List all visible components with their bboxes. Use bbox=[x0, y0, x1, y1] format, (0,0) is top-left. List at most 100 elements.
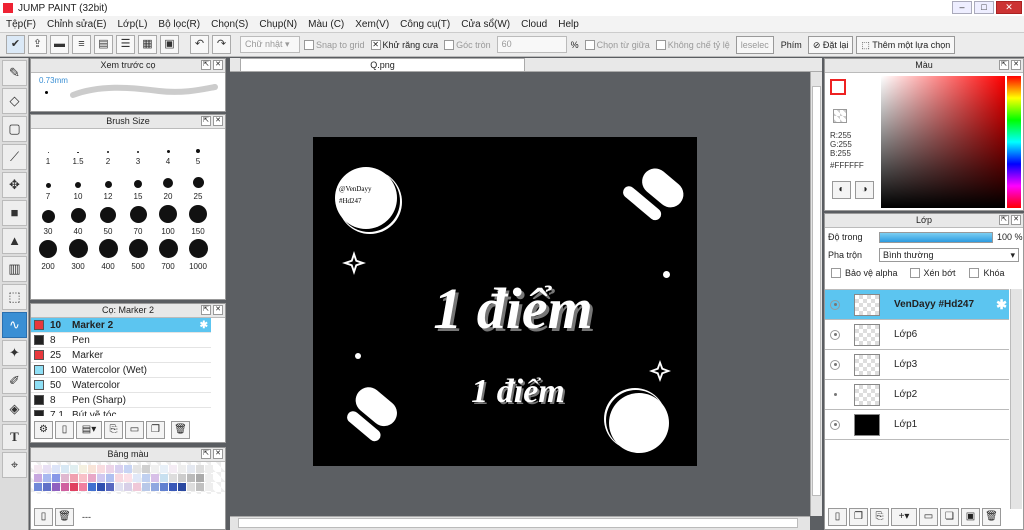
panel-close-icon[interactable]: ✕ bbox=[213, 449, 223, 459]
duplicate-layer-icon[interactable]: ❐ bbox=[849, 508, 868, 526]
eye-icon[interactable] bbox=[830, 359, 840, 370]
transparent-swatch[interactable] bbox=[833, 109, 847, 123]
palette-swatch[interactable] bbox=[205, 474, 213, 482]
add-selection-button[interactable]: ⬚ Thêm một lựa chọn bbox=[856, 35, 956, 54]
palette-swatch[interactable] bbox=[142, 465, 150, 473]
palette-swatch[interactable] bbox=[187, 483, 195, 491]
palette-swatch[interactable] bbox=[61, 465, 69, 473]
brush-size-option[interactable]: 20 bbox=[153, 166, 183, 201]
palette-swatch[interactable] bbox=[43, 465, 51, 473]
copy-brush-icon[interactable]: ⎘ bbox=[104, 421, 123, 439]
brush-size-option[interactable]: 15 bbox=[123, 166, 153, 201]
hue-slider[interactable] bbox=[1007, 76, 1021, 208]
palette-swatch[interactable] bbox=[169, 465, 177, 473]
cloud-icon[interactable]: ✔ bbox=[6, 35, 25, 54]
palette-swatch[interactable] bbox=[205, 483, 213, 491]
layer-row-5[interactable]: Lớp1 bbox=[825, 410, 1009, 440]
palette-swatch[interactable] bbox=[124, 465, 132, 473]
menu-edit[interactable]: Chỉnh sửa(E) bbox=[47, 19, 107, 30]
palette-swatch[interactable] bbox=[187, 465, 195, 473]
no-scale-checkbox[interactable] bbox=[655, 39, 666, 50]
brush-size-option[interactable]: 150 bbox=[183, 201, 213, 236]
select-tool-icon[interactable]: ⬚ bbox=[2, 284, 27, 310]
palette-swatch[interactable] bbox=[142, 483, 150, 491]
brush-size-option[interactable]: 12 bbox=[93, 166, 123, 201]
fill-tool-icon[interactable]: ▲ bbox=[2, 228, 27, 254]
blend-mode-select[interactable]: Bình thường ▾ bbox=[879, 248, 1019, 262]
brush-size-option[interactable]: 4 bbox=[153, 131, 183, 166]
pin-icon[interactable]: ⇱ bbox=[999, 215, 1009, 225]
brush-item[interactable]: 100 Watercolor (Wet) bbox=[31, 363, 211, 378]
palette-swatch[interactable] bbox=[178, 465, 186, 473]
grid-icon[interactable]: ▦ bbox=[138, 35, 157, 54]
delete-layer-icon[interactable]: 🗑 bbox=[982, 508, 1001, 526]
palette-swatch[interactable] bbox=[160, 465, 168, 473]
horizontal-scroll-thumb[interactable] bbox=[238, 518, 798, 528]
lock-checkbox[interactable] bbox=[969, 268, 980, 278]
palette-swatch[interactable] bbox=[43, 483, 51, 491]
menu-color[interactable]: Màu (C) bbox=[308, 19, 344, 30]
layer-row-2[interactable]: Lớp6 bbox=[825, 320, 1009, 350]
vertical-scroll-thumb[interactable] bbox=[812, 86, 821, 496]
palette-swatch[interactable] bbox=[178, 474, 186, 482]
palette-swatch[interactable] bbox=[133, 483, 141, 491]
maximize-button[interactable]: □ bbox=[974, 1, 994, 14]
redo-icon[interactable]: ↷ bbox=[212, 35, 231, 54]
palette-swatch[interactable] bbox=[169, 483, 177, 491]
eye-icon[interactable] bbox=[830, 299, 840, 310]
palette-swatch[interactable] bbox=[115, 483, 123, 491]
minimize-button[interactable]: – bbox=[952, 1, 972, 14]
palette-swatch[interactable] bbox=[52, 474, 60, 482]
palette-swatch[interactable] bbox=[106, 465, 114, 473]
brush-size-option[interactable]: 500 bbox=[123, 236, 153, 271]
menu-cloud[interactable]: Cloud bbox=[521, 19, 547, 30]
new-layer-icon[interactable]: ▯ bbox=[828, 508, 847, 526]
palette-swatch[interactable] bbox=[88, 483, 96, 491]
eraser-tool-icon[interactable]: ◇ bbox=[2, 88, 27, 114]
panel-close-icon[interactable]: ✕ bbox=[213, 116, 223, 126]
menu-view[interactable]: Xem(V) bbox=[355, 19, 389, 30]
folder-icon[interactable]: ▭ bbox=[125, 421, 144, 439]
magic-wand-tool-icon[interactable]: ✦ bbox=[2, 340, 27, 366]
brush-size-option[interactable]: 25 bbox=[183, 166, 213, 201]
layers-icon[interactable]: ▣ bbox=[160, 35, 179, 54]
layer-mask-icon[interactable]: ▣ bbox=[961, 508, 980, 526]
palette-swatch[interactable] bbox=[61, 474, 69, 482]
eyedropper-tool-icon[interactable]: ⌖ bbox=[2, 452, 27, 478]
brush-item[interactable]: 10 Marker 2 ✱ bbox=[31, 318, 211, 333]
shape-tool-icon[interactable]: ■ bbox=[2, 200, 27, 226]
palette-swatch[interactable] bbox=[160, 474, 168, 482]
menu-select[interactable]: Chọn(S) bbox=[211, 19, 248, 30]
shape-select[interactable]: Chữ nhật ▾ bbox=[240, 36, 300, 53]
opacity-slider[interactable] bbox=[879, 231, 993, 243]
horizontal-scrollbar[interactable] bbox=[230, 516, 810, 530]
palette-swatch[interactable] bbox=[52, 465, 60, 473]
palette-swatch[interactable] bbox=[70, 465, 78, 473]
panel-close-icon[interactable]: ✕ bbox=[213, 60, 223, 70]
palette-swatch[interactable] bbox=[97, 465, 105, 473]
palette-swatch[interactable] bbox=[79, 474, 87, 482]
palette-swatch[interactable] bbox=[124, 483, 132, 491]
layer-row-3[interactable]: Lớp3 bbox=[825, 350, 1009, 380]
brush-menu-icon[interactable]: ▤▾ bbox=[76, 421, 102, 439]
brush-size-option[interactable]: 300 bbox=[63, 236, 93, 271]
palette-swatch[interactable] bbox=[151, 474, 159, 482]
brush-size-option[interactable]: 1.5 bbox=[63, 131, 93, 166]
brush-size-option[interactable]: 70 bbox=[123, 201, 153, 236]
merge-layer-icon[interactable]: ⎘ bbox=[870, 508, 889, 526]
layer-scrollbar[interactable] bbox=[1010, 289, 1022, 509]
palette-swatch[interactable] bbox=[106, 474, 114, 482]
snap-checkbox[interactable] bbox=[304, 39, 314, 50]
palette-swatch[interactable] bbox=[178, 483, 186, 491]
copy-layer-icon[interactable]: ❏ bbox=[940, 508, 959, 526]
palette-swatch[interactable] bbox=[169, 474, 177, 482]
add-layer-menu-icon[interactable]: +▾ bbox=[891, 508, 917, 526]
palette-swatch[interactable] bbox=[151, 483, 159, 491]
document-tab[interactable]: Q.png bbox=[240, 58, 525, 72]
palette-icon[interactable]: ◐ bbox=[832, 181, 851, 199]
antialias-checkbox[interactable]: ✕ bbox=[370, 39, 381, 50]
palette-grid[interactable] bbox=[31, 462, 225, 494]
brush-item[interactable]: 50 Watercolor bbox=[31, 378, 211, 393]
menu-help[interactable]: Help bbox=[558, 19, 579, 30]
chat-icon[interactable]: ≡ bbox=[72, 35, 91, 54]
